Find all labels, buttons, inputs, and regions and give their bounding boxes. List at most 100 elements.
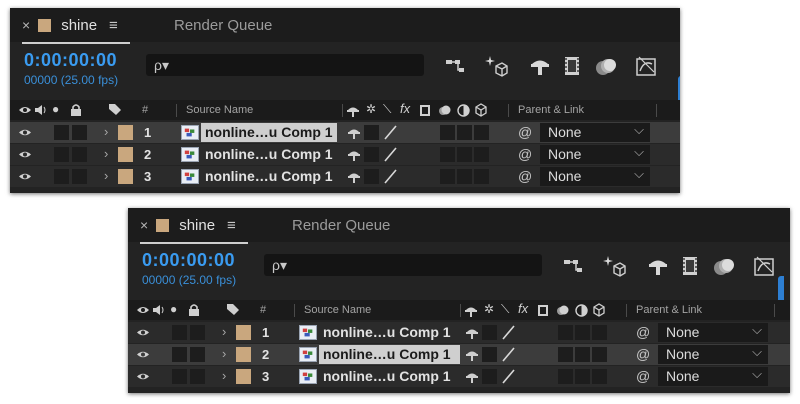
layer-row[interactable]: › 1 nonline…u Comp 1 @ None ⌵ xyxy=(10,122,680,143)
tab-shine[interactable]: × shine ≡ xyxy=(140,208,248,244)
quality-switch-icon[interactable] xyxy=(383,125,398,140)
tab-render-queue[interactable]: Render Queue xyxy=(292,208,390,242)
motion-blur-switch[interactable] xyxy=(457,125,472,140)
graph-editor-icon[interactable] xyxy=(634,54,658,78)
layer-row[interactable]: › 3 nonline…u Comp 1 @ None ⌵ xyxy=(128,366,790,387)
motion-blur-switch[interactable] xyxy=(575,325,590,340)
quality-switch-icon[interactable] xyxy=(383,147,398,162)
layer-label-color[interactable] xyxy=(118,169,133,184)
lock-toggle[interactable] xyxy=(190,347,205,362)
collapse-switch[interactable] xyxy=(364,147,379,162)
layer-name-field[interactable]: nonline…u Comp 1 xyxy=(201,145,337,164)
panel-menu-icon[interactable]: ≡ xyxy=(227,217,236,234)
layer-label-color[interactable] xyxy=(236,369,251,384)
tab-render-queue[interactable]: Render Queue xyxy=(174,8,272,42)
frame-blend-switch[interactable] xyxy=(558,369,573,384)
solo-toggle[interactable] xyxy=(54,125,69,140)
parent-dropdown[interactable]: None ⌵ xyxy=(658,344,768,364)
quality-switch-icon[interactable] xyxy=(501,347,516,362)
lock-toggle[interactable] xyxy=(190,369,205,384)
layer-name-field[interactable]: nonline…u Comp 1 xyxy=(319,323,455,342)
layer-label-color[interactable] xyxy=(118,147,133,162)
visibility-eye-icon[interactable] xyxy=(18,149,32,160)
lock-toggle[interactable] xyxy=(72,125,87,140)
visibility-eye-icon[interactable] xyxy=(136,371,150,382)
expand-chevron-icon[interactable]: › xyxy=(222,346,226,361)
3d-layer-switch[interactable] xyxy=(474,125,489,140)
3d-layer-switch[interactable] xyxy=(592,347,607,362)
parent-dropdown[interactable]: None ⌵ xyxy=(540,166,650,186)
parent-dropdown[interactable]: None ⌵ xyxy=(658,366,768,386)
panel-menu-icon[interactable]: ≡ xyxy=(109,17,118,34)
search-input[interactable]: ρ▾ xyxy=(146,54,424,76)
shy-layers-icon[interactable] xyxy=(528,54,552,78)
layer-label-color[interactable] xyxy=(236,325,251,340)
current-time-display[interactable]: 0:00:00:00 xyxy=(24,50,117,71)
solo-toggle[interactable] xyxy=(172,325,187,340)
composition-flowchart-icon[interactable] xyxy=(444,54,468,78)
expand-chevron-icon[interactable]: › xyxy=(222,368,226,383)
motion-blur-switch[interactable] xyxy=(457,147,472,162)
composition-flowchart-icon[interactable] xyxy=(562,254,586,278)
lock-toggle[interactable] xyxy=(190,325,205,340)
shy-layers-icon[interactable] xyxy=(646,254,670,278)
shy-switch-icon[interactable] xyxy=(347,170,361,183)
frame-blend-switch[interactable] xyxy=(440,169,455,184)
quality-switch-icon[interactable] xyxy=(501,369,516,384)
source-name-header[interactable]: Source Name xyxy=(186,104,253,116)
expand-chevron-icon[interactable]: › xyxy=(104,168,108,183)
collapse-switch[interactable] xyxy=(482,369,497,384)
parent-pick-whip-icon[interactable]: @ xyxy=(518,146,532,162)
collapse-switch[interactable] xyxy=(482,347,497,362)
motion-blur-switch[interactable] xyxy=(457,169,472,184)
expand-chevron-icon[interactable]: › xyxy=(104,124,108,139)
collapse-switch[interactable] xyxy=(364,125,379,140)
quality-switch-icon[interactable] xyxy=(501,325,516,340)
solo-toggle[interactable] xyxy=(172,369,187,384)
motion-blur-switch[interactable] xyxy=(575,347,590,362)
visibility-eye-icon[interactable] xyxy=(136,349,150,360)
frame-blend-switch[interactable] xyxy=(558,325,573,340)
visibility-eye-icon[interactable] xyxy=(18,171,32,182)
parent-dropdown[interactable]: None ⌵ xyxy=(658,322,768,342)
motion-blur-icon[interactable] xyxy=(712,254,736,278)
draft-3d-icon[interactable] xyxy=(484,54,508,78)
frame-blend-switch[interactable] xyxy=(558,347,573,362)
layer-label-color[interactable] xyxy=(118,125,133,140)
lock-toggle[interactable] xyxy=(72,169,87,184)
current-time-display[interactable]: 0:00:00:00 xyxy=(142,250,235,271)
frame-blend-switch[interactable] xyxy=(440,125,455,140)
source-name-header[interactable]: Source Name xyxy=(304,304,371,316)
visibility-eye-icon[interactable] xyxy=(18,127,32,138)
motion-blur-icon[interactable] xyxy=(594,54,618,78)
parent-pick-whip-icon[interactable]: @ xyxy=(636,324,650,340)
search-input[interactable]: ρ▾ xyxy=(264,254,542,276)
shy-switch-icon[interactable] xyxy=(347,148,361,161)
collapse-switch[interactable] xyxy=(482,325,497,340)
shy-switch-icon[interactable] xyxy=(465,348,479,361)
shy-switch-icon[interactable] xyxy=(465,326,479,339)
layer-name-field[interactable]: nonline…u Comp 1 xyxy=(201,123,337,142)
solo-toggle[interactable] xyxy=(54,169,69,184)
layer-row[interactable]: › 2 nonline…u Comp 1 @ None ⌵ xyxy=(128,344,790,365)
layer-row[interactable]: › 2 nonline…u Comp 1 @ None ⌵ xyxy=(10,144,680,165)
frame-blending-icon[interactable] xyxy=(560,54,584,78)
parent-dropdown[interactable]: None ⌵ xyxy=(540,144,650,164)
quality-switch-icon[interactable] xyxy=(383,169,398,184)
parent-pick-whip-icon[interactable]: @ xyxy=(636,368,650,384)
layer-name-field[interactable]: nonline…u Comp 1 xyxy=(201,167,337,186)
parent-pick-whip-icon[interactable]: @ xyxy=(518,168,532,184)
layer-row[interactable]: › 1 nonline…u Comp 1 @ None ⌵ xyxy=(128,322,790,343)
frame-blend-switch[interactable] xyxy=(440,147,455,162)
3d-layer-switch[interactable] xyxy=(474,147,489,162)
expand-chevron-icon[interactable]: › xyxy=(222,324,226,339)
lock-toggle[interactable] xyxy=(72,147,87,162)
layer-name-field[interactable]: nonline…u Comp 1 xyxy=(319,367,455,386)
3d-layer-switch[interactable] xyxy=(592,369,607,384)
shy-switch-icon[interactable] xyxy=(347,126,361,139)
motion-blur-switch[interactable] xyxy=(575,369,590,384)
parent-pick-whip-icon[interactable]: @ xyxy=(636,346,650,362)
draft-3d-icon[interactable] xyxy=(602,254,626,278)
parent-pick-whip-icon[interactable]: @ xyxy=(518,124,532,140)
solo-toggle[interactable] xyxy=(54,147,69,162)
